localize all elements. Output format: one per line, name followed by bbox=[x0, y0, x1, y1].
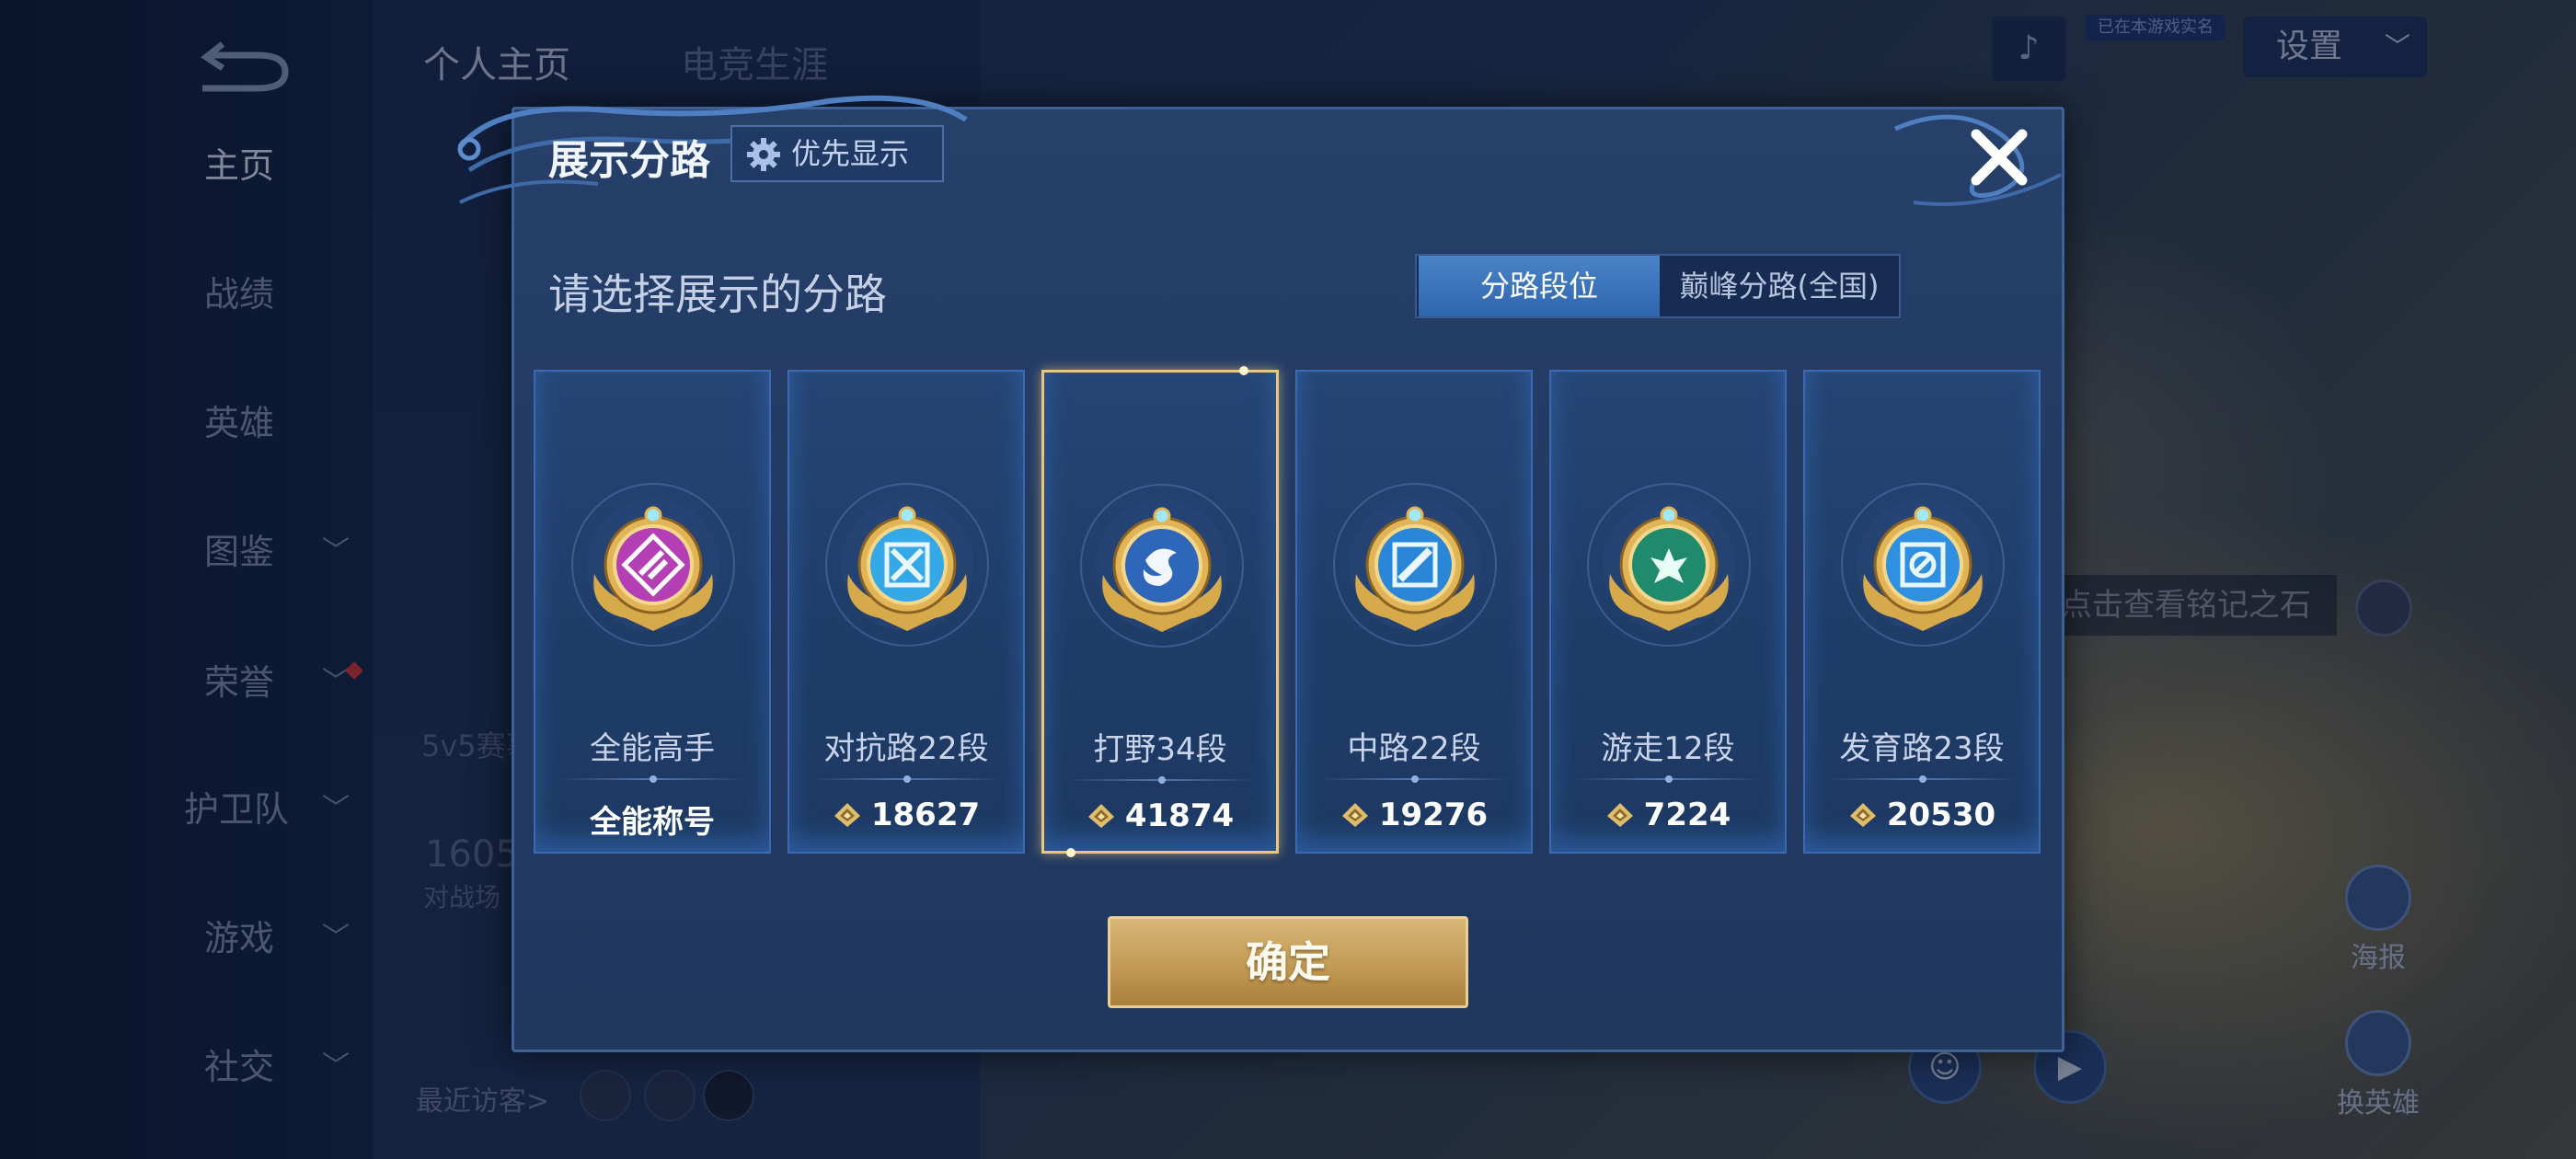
lane-points-icon bbox=[834, 803, 860, 827]
lane-card-value-text: 19276 bbox=[1378, 797, 1489, 833]
lane-card-value: 19276 bbox=[1297, 797, 1531, 833]
lane-card[interactable]: 中路22段 19276 bbox=[1295, 370, 1533, 854]
lane-card[interactable]: 游走12段 7224 bbox=[1549, 370, 1787, 854]
lane-card-value: 7224 bbox=[1551, 797, 1785, 833]
confirm-button[interactable]: 确定 bbox=[1108, 916, 1468, 1008]
lane-card-value: 18627 bbox=[789, 797, 1023, 833]
lane-points-icon bbox=[1606, 803, 1633, 827]
divider bbox=[1319, 775, 1509, 783]
lane-card[interactable]: 全能高手 全能称号 bbox=[534, 370, 771, 854]
lane-card[interactable]: 对抗路22段 18627 bbox=[788, 370, 1025, 854]
selection-corner-dot bbox=[1066, 848, 1075, 857]
close-icon[interactable] bbox=[1965, 123, 2033, 191]
dialog-title: 展示分路 bbox=[548, 137, 710, 184]
lane-card-value-text: 18627 bbox=[870, 797, 981, 833]
lane-card[interactable]: 打野34段 41874 bbox=[1041, 366, 1279, 857]
segment-peak-lane-national[interactable]: 巅峰分路(全国) bbox=[1660, 256, 1899, 316]
segment-lane-rank[interactable]: 分路段位 bbox=[1419, 256, 1660, 316]
lane-card-label: 中路22段 bbox=[1347, 730, 1481, 767]
all-round-emblem-icon bbox=[571, 483, 735, 647]
lane-card-label: 打野34段 bbox=[1093, 731, 1227, 768]
divider bbox=[811, 775, 1001, 783]
lane-points-icon bbox=[1849, 803, 1876, 827]
divider bbox=[1827, 775, 2017, 783]
lane-card-value-text: 全能称号 bbox=[590, 804, 715, 841]
lane-card-label: 对抗路22段 bbox=[823, 730, 989, 767]
lane-card-value-text: 20530 bbox=[1886, 797, 1996, 833]
lane-points-icon bbox=[1341, 803, 1368, 827]
lane-card-label: 发育路23段 bbox=[1839, 730, 2005, 767]
jungle-emblem-icon bbox=[1080, 484, 1244, 648]
lane-points-icon bbox=[1087, 804, 1114, 828]
gear-icon bbox=[747, 138, 780, 171]
mid-lane-emblem-icon bbox=[1333, 483, 1497, 647]
lane-card-value: 41874 bbox=[1044, 798, 1276, 834]
clash-lane-emblem-icon bbox=[825, 483, 989, 647]
priority-display-button[interactable]: 优先显示 bbox=[730, 125, 944, 182]
lane-card-value-text: 41874 bbox=[1124, 798, 1235, 834]
dialog-subtitle: 请选择展示的分路 bbox=[548, 270, 887, 319]
lane-card[interactable]: 发育路23段 20530 bbox=[1803, 370, 2041, 854]
lane-card-label: 全能高手 bbox=[590, 730, 715, 767]
lane-type-segmented-control: 分路段位 巅峰分路(全国) bbox=[1415, 254, 1901, 318]
roam-emblem-icon bbox=[1587, 483, 1751, 647]
divider bbox=[1066, 776, 1256, 784]
divider bbox=[1573, 775, 1763, 783]
selection-corner-dot bbox=[1239, 366, 1248, 375]
lane-card-value: 20530 bbox=[1805, 797, 2039, 833]
lane-card-label: 游走12段 bbox=[1601, 730, 1735, 767]
lane-card-value: 全能称号 bbox=[535, 797, 769, 842]
lane-card-value-text: 7224 bbox=[1643, 797, 1731, 833]
priority-display-label: 优先显示 bbox=[791, 136, 910, 171]
divider bbox=[558, 775, 747, 783]
farm-lane-emblem-icon bbox=[1841, 483, 2005, 647]
